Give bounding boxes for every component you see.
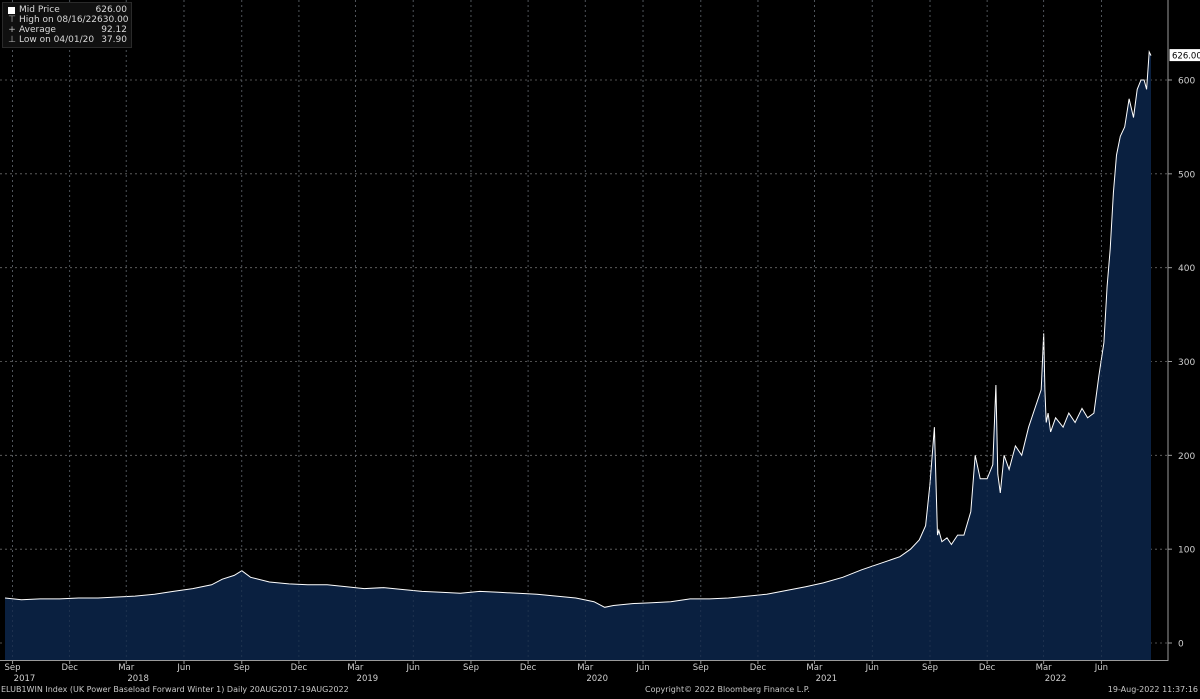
x-tick-label: Dec [291,663,308,673]
legend-high-label: High on 08/16/22 [19,15,98,25]
legend-box: Mid Price 626.00 ⊤ High on 08/16/22 630.0… [2,2,132,48]
high-marker-icon: ⊤ [8,15,16,25]
legend-average-label: Average [19,25,56,35]
legend-low-value: 37.90 [101,35,127,45]
y-tick-label: 100 [1178,546,1195,556]
y-tick-label: 400 [1178,264,1195,274]
footer-index-description: ELUB1WIN Index (UK Power Baseload Forwar… [1,685,349,694]
footer-copyright: Copyright© 2022 Bloomberg Finance L.P. [645,685,810,694]
x-tick-label: Jun [1094,663,1108,673]
x-tick-label: Sep [5,663,21,673]
legend-average-row: + Average 92.12 [7,25,127,35]
x-year-label: 2017 [14,674,36,684]
footer-timestamp: 19-Aug-2022 11:37:16 [1107,685,1198,694]
x-year-label: 2019 [357,674,379,684]
x-tick-label: Mar [577,663,594,673]
x-tick-label: Dec [979,663,996,673]
legend-series-label: Mid Price [19,5,60,15]
x-tick-label: Dec [520,663,537,673]
x-tick-label: Jun [635,663,649,673]
price-chart-svg: 0 100 200 300 400 500 600 Sep Dec Mar Jun Sep Dec Mar… [0,0,1200,684]
x-year-label: 2021 [816,674,838,684]
y-tick-label: 600 [1178,77,1195,87]
legend-low-label: Low on 04/01/20 [19,35,95,45]
x-tick-label: Mar [118,663,135,673]
x-tick-label: Dec [61,663,78,673]
legend-high-row: ⊤ High on 08/16/22 630.00 [7,15,129,25]
x-tick-label: Dec [750,663,767,673]
x-tick-label: Sep [463,663,479,673]
x-tick-label: Jun [406,663,420,673]
legend-series-row: Mid Price 626.00 [7,5,127,15]
y-tick-label: 200 [1178,452,1195,462]
legend-low-row: ⊥ Low on 04/01/20 37.90 [7,35,127,45]
x-year-label: 2020 [586,674,608,684]
y-tick-label: 300 [1178,358,1195,368]
chart: 0 100 200 300 400 500 600 Sep Dec Mar Jun Sep Dec Mar… [0,0,1200,695]
x-tick-label: Mar [806,663,823,673]
x-year-label: 2022 [1045,674,1067,684]
footer-bar: ELUB1WIN Index (UK Power Baseload Forwar… [0,684,1200,695]
y-tick-label: 500 [1178,170,1195,180]
last-value-label: 626.00 [1172,52,1200,62]
x-year-label: 2018 [127,674,149,684]
y-tick-label: 0 [1178,640,1184,650]
x-tick-label: Jun [865,663,879,673]
legend-average-value: 92.12 [101,25,127,35]
legend-high-value: 630.00 [97,15,129,25]
series-swatch-icon [8,6,15,14]
x-tick-label: Sep [234,663,250,673]
x-tick-label: Mar [1036,663,1053,673]
average-marker-icon: + [8,25,16,35]
area-layer [4,0,1152,660]
low-marker-icon: ⊥ [8,35,16,45]
legend-series-value: 626.00 [95,5,128,15]
x-tick-label: Sep [922,663,938,673]
x-tick-label: Jun [176,663,190,673]
price-area-fill [5,51,1151,660]
x-tick-label: Sep [693,663,709,673]
x-tick-label: Mar [347,663,364,673]
